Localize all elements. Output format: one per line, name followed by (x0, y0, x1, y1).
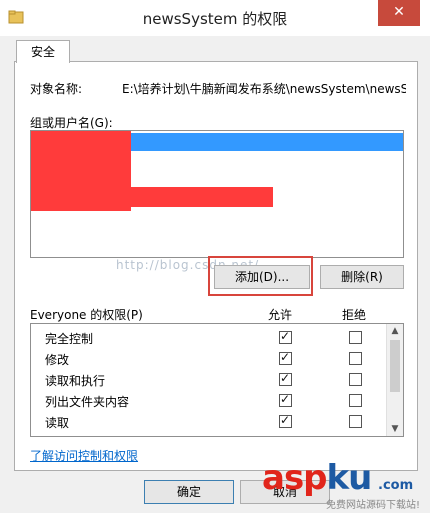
permissions-label: Everyone 的权限(P) (30, 308, 143, 322)
aspku-logo-com: .com (378, 478, 414, 493)
permission-row: 修改 (31, 348, 387, 369)
window-title: newsSystem 的权限 (142, 10, 288, 28)
permissions-table: 完全控制 修改 读取和执行 列出文件夹内容 读取 ▲ ▼ (30, 323, 404, 437)
allow-checkbox[interactable] (279, 413, 292, 428)
permission-row: 完全控制 (31, 327, 387, 348)
scroll-down-icon[interactable]: ▼ (390, 424, 400, 434)
permission-name: 完全控制 (45, 332, 94, 346)
learn-access-control-link[interactable]: 了解访问控制和权限 (30, 447, 138, 464)
permission-name: 读取 (45, 416, 70, 430)
permission-name: 列出文件夹内容 (45, 395, 130, 409)
permission-row: 列出文件夹内容 (31, 390, 387, 411)
add-button[interactable]: 添加(D)... (214, 265, 310, 289)
title-bar: newsSystem 的权限 ✕ (0, 0, 430, 36)
deny-checkbox[interactable] (349, 394, 362, 407)
permission-name: 读取和执行 (45, 374, 106, 388)
deny-checkbox[interactable] (349, 352, 362, 365)
group-user-list[interactable] (30, 130, 404, 258)
permission-name: 修改 (45, 353, 70, 367)
redaction-block (31, 187, 273, 207)
permissions-scrollbar[interactable]: ▲ ▼ (386, 324, 403, 436)
scroll-thumb[interactable] (390, 340, 400, 392)
aspku-logo-subtitle: 免费网站源码下载站! (326, 500, 421, 511)
allow-column-header: 允许 (268, 308, 293, 322)
allow-checkbox[interactable] (279, 371, 292, 386)
remove-button[interactable]: 删除(R) (320, 265, 404, 289)
deny-checkbox[interactable] (349, 373, 362, 386)
close-button[interactable]: ✕ (378, 0, 420, 26)
aspku-logo: aspku (262, 458, 372, 498)
scroll-up-icon[interactable]: ▲ (390, 326, 400, 336)
object-name-value: E:\培养计划\牛腩新闻发布系统\newsSystem\newsS (122, 82, 406, 96)
permission-row: 读取和执行 (31, 369, 387, 390)
ok-button[interactable]: 确定 (144, 480, 234, 504)
deny-checkbox[interactable] (349, 331, 362, 344)
allow-checkbox[interactable] (279, 350, 292, 365)
allow-checkbox[interactable] (279, 329, 292, 344)
permission-row: 读取 (31, 411, 387, 432)
group-users-label: 组或用户名(G): (30, 116, 113, 130)
object-name-label: 对象名称: (30, 82, 83, 96)
tab-security[interactable]: 安全 (16, 40, 70, 63)
deny-column-header: 拒绝 (342, 308, 367, 322)
deny-checkbox[interactable] (349, 415, 362, 428)
allow-checkbox[interactable] (279, 392, 292, 407)
